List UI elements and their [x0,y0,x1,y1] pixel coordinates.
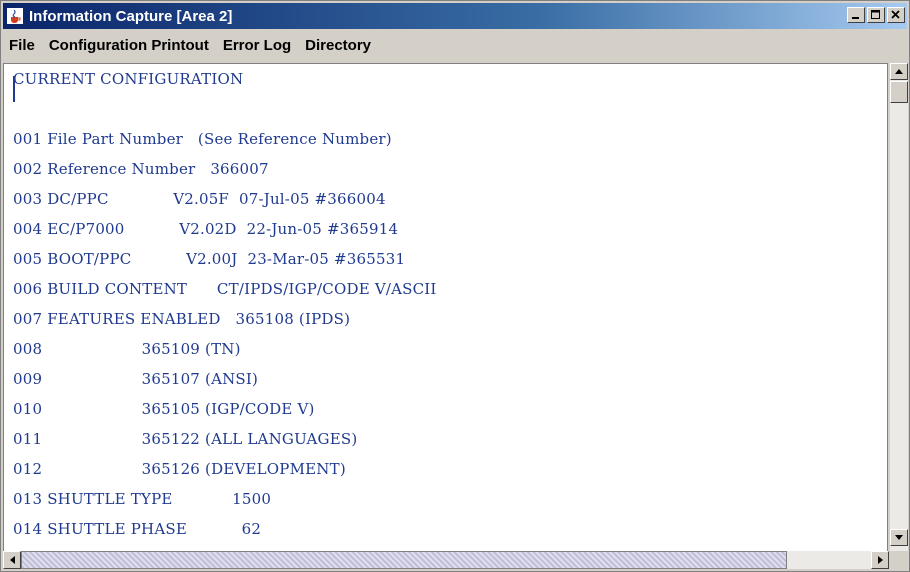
arrow-down-icon [895,535,903,540]
vertical-scroll-thumb[interactable] [890,81,908,103]
arrow-right-icon [877,556,883,564]
text-line: 001 File Part Number (See Reference Numb… [13,130,392,148]
maximize-button[interactable] [867,7,885,23]
text-line: 014 SHUTTLE PHASE 62 [13,520,262,538]
menu-bar: File Configuration Printout Error Log Di… [3,32,907,58]
horizontal-scroll-thumb[interactable] [21,551,787,569]
text-line: 005 BOOT/PPC V2.00J 23-Mar-05 #365531 [13,250,406,268]
close-button[interactable] [887,7,905,23]
menu-file[interactable]: File [3,37,42,54]
window-title: Information Capture [Area 2] [29,7,233,25]
arrow-left-icon [9,556,15,564]
scroll-right-button[interactable] [871,551,889,569]
close-icon [891,10,900,19]
window-controls [847,7,905,23]
maximize-icon [871,10,880,19]
title-bar[interactable]: Information Capture [Area 2] [3,3,907,29]
arrow-up-icon [895,69,903,74]
scroll-up-button[interactable] [890,63,908,80]
menu-configuration-printout[interactable]: Configuration Printout [42,37,216,54]
text-line: 013 SHUTTLE TYPE 1500 [13,490,272,508]
menu-error-log[interactable]: Error Log [216,37,298,54]
scroll-left-button[interactable] [3,551,21,569]
text-line: 010 365105 (IGP/CODE V) [13,400,315,418]
scrollbar-corner [889,551,907,569]
text-caret [13,76,15,102]
text-line: 008 365109 (TN) [13,340,241,358]
text-line: 006 BUILD CONTENT CT/IPDS/IGP/CODE V/ASC… [13,280,437,298]
scroll-down-button[interactable] [890,529,908,546]
text-line [4,94,887,124]
application-window: Information Capture [Area 2] File Config… [0,0,910,572]
text-line: 012 365126 (DEVELOPMENT) [13,460,346,478]
text-line: 007 FEATURES ENABLED 365108 (IPDS) [13,310,351,328]
java-cup-icon [7,8,23,24]
text-line: 002 Reference Number 366007 [13,160,269,178]
text-line: 011 365122 (ALL LANGUAGES) [13,430,358,448]
configuration-text-area[interactable]: CURRENT CONFIGURATION 001 File Part Numb… [3,63,888,552]
menu-directory[interactable]: Directory [298,37,378,54]
text-line: 003 DC/PPC V2.05F 07-Jul-05 #366004 [13,190,386,208]
minimize-button[interactable] [847,7,865,23]
text-line: CURRENT CONFIGURATION [13,70,244,88]
minimize-icon [852,17,859,19]
text-line: 004 EC/P7000 V2.02D 22-Jun-05 #365914 [13,220,399,238]
horizontal-scrollbar[interactable] [3,551,889,569]
vertical-scrollbar[interactable] [889,63,908,551]
text-line: 009 365107 (ANSI) [13,370,259,388]
